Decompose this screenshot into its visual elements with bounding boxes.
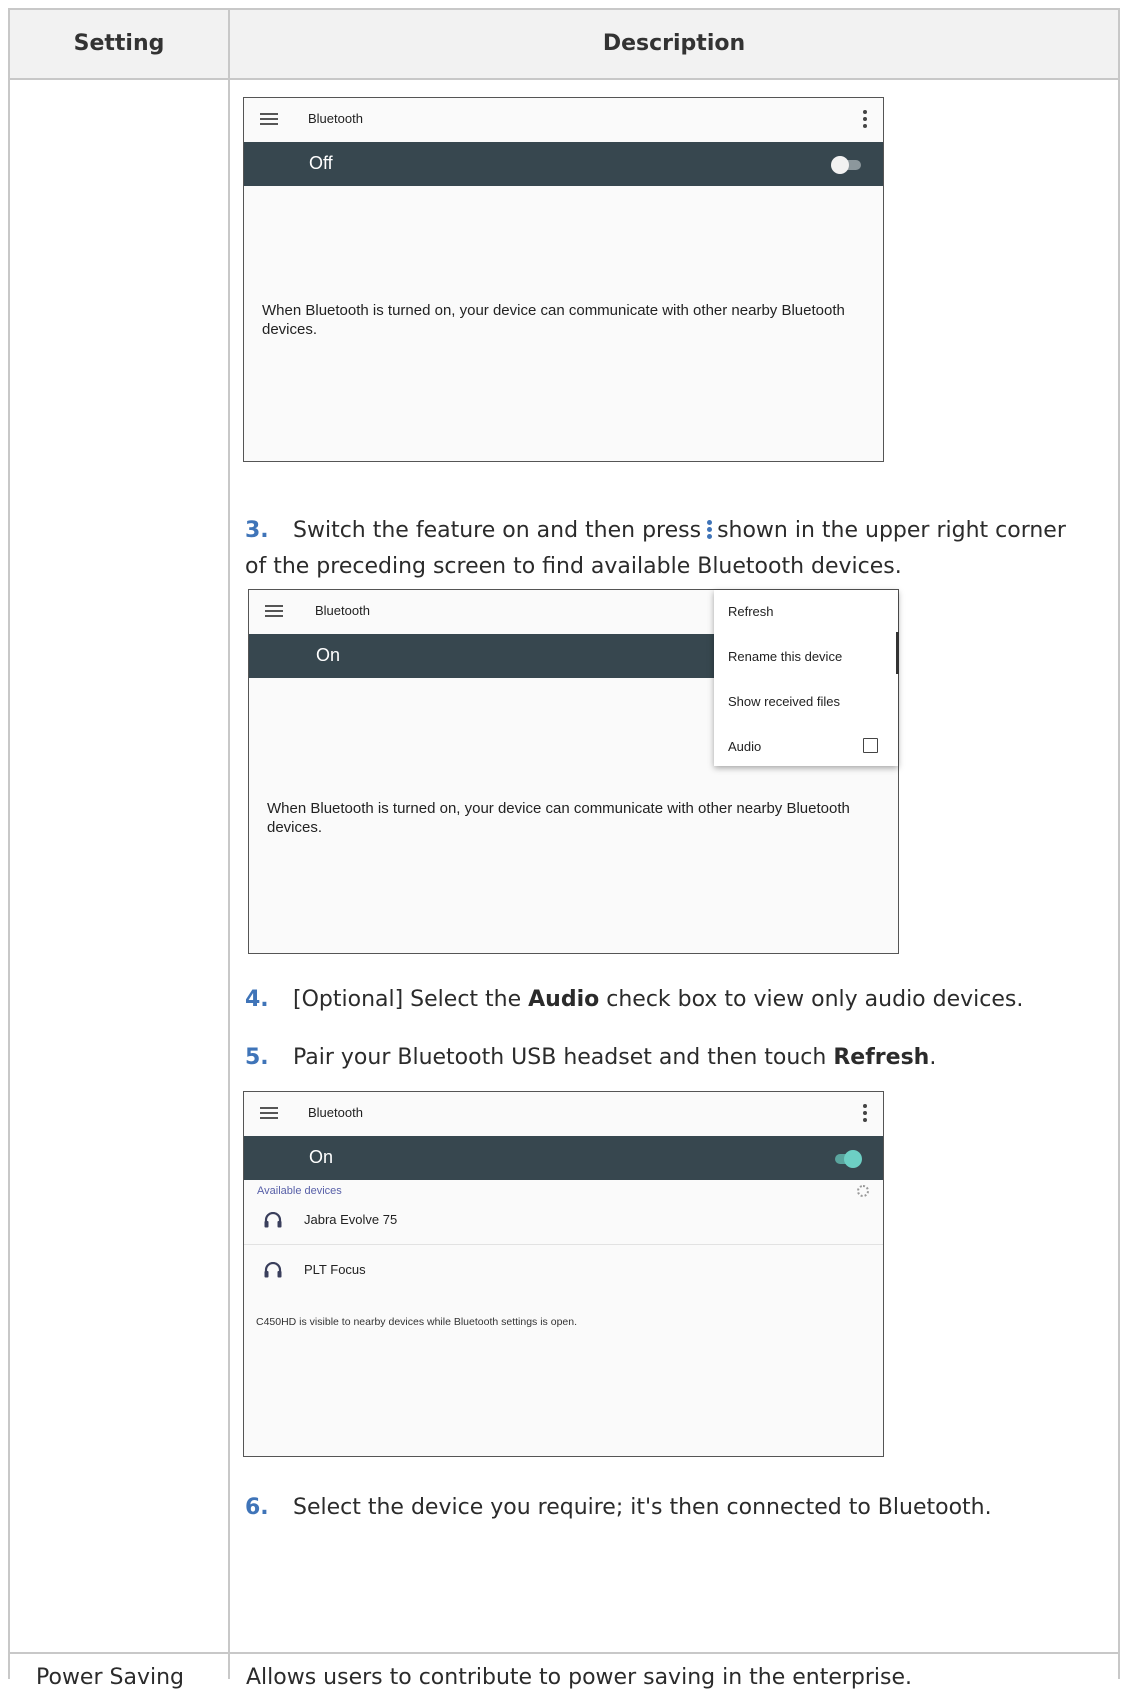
step-text: Select the device you require; it's then… (293, 1495, 992, 1520)
step-number: 6. (245, 1495, 269, 1520)
headset-icon (264, 1212, 282, 1228)
audio-checkbox[interactable] (863, 738, 878, 753)
setting-power-saving: Power Saving (36, 1665, 184, 1690)
visibility-note: C450HD is visible to nearby devices whil… (256, 1316, 578, 1328)
hamburger-menu-icon[interactable] (265, 605, 283, 618)
bluetooth-menu-screenshot: Bluetooth On When Bluetooth is turned on… (248, 589, 899, 954)
menu-scrollbar (896, 632, 899, 674)
bluetooth-state-label: On (309, 1147, 334, 1167)
app-bar: Bluetooth (244, 1092, 883, 1136)
available-devices-header: Available devices (257, 1185, 342, 1197)
bluetooth-state-label: On (316, 645, 341, 665)
app-title: Bluetooth (308, 1105, 363, 1120)
device-item[interactable]: Jabra Evolve 75 (244, 1198, 883, 1244)
column-divider (228, 10, 230, 1679)
app-title: Bluetooth (315, 603, 370, 618)
step-4: 4. [Optional] Select the Audio check box … (245, 982, 1105, 1018)
overflow-menu: Refresh Rename this device Show received… (714, 590, 899, 766)
step-text: check box to view only audio devices. (606, 987, 1024, 1012)
step-number: 3. (245, 518, 269, 543)
step-text: . (929, 1045, 937, 1070)
step-text: [Optional] Select the (293, 987, 522, 1012)
description-power-saving: Allows users to contribute to power savi… (246, 1665, 913, 1690)
step-3: 3. Switch the feature on and then press sh… (245, 513, 1075, 585)
bluetooth-off-screenshot: Bluetooth Off When Bluetooth is turned o… (243, 97, 884, 462)
list-divider (244, 1244, 883, 1245)
step-5: 5. Pair your Bluetooth USB headset and th… (245, 1040, 1105, 1076)
bluetooth-state-bar: On (244, 1136, 883, 1180)
step-text: Pair your Bluetooth USB headset and then… (293, 1045, 827, 1070)
step-6: 6. Select the device you require; it's th… (245, 1490, 1105, 1526)
step-text-bold: Audio (528, 987, 600, 1012)
header-description: Description (602, 31, 746, 56)
step-text: Switch the feature on and then press (293, 518, 702, 543)
device-item[interactable]: PLT Focus (244, 1248, 883, 1294)
hamburger-menu-icon[interactable] (260, 1107, 278, 1120)
device-name: PLT Focus (304, 1262, 366, 1277)
menu-item-show-received-files[interactable]: Show received files (728, 694, 840, 709)
app-bar: Bluetooth (244, 98, 883, 142)
loading-spinner-icon (857, 1185, 869, 1197)
bluetooth-state-label: Off (309, 153, 333, 173)
table-header: Setting Description (10, 10, 1118, 80)
headset-icon (264, 1262, 282, 1278)
menu-item-rename-device[interactable]: Rename this device (728, 649, 842, 664)
more-options-icon (704, 518, 714, 540)
device-name: Jabra Evolve 75 (304, 1212, 398, 1227)
step-number: 5. (245, 1045, 269, 1070)
bluetooth-info-text: When Bluetooth is turned on, your device… (267, 800, 850, 836)
step-number: 4. (245, 987, 269, 1012)
step-text-bold: Refresh (833, 1045, 930, 1070)
available-devices-screenshot: Bluetooth On Available devices Jabra Evo… (243, 1091, 884, 1457)
menu-item-refresh[interactable]: Refresh (728, 604, 774, 619)
app-title: Bluetooth (308, 111, 363, 126)
header-setting: Setting (73, 31, 165, 56)
bluetooth-toggle[interactable] (831, 1150, 862, 1168)
hamburger-menu-icon[interactable] (260, 113, 278, 126)
row-divider (10, 1652, 1118, 1654)
more-options-icon[interactable] (863, 1104, 867, 1122)
more-options-icon[interactable] (863, 110, 867, 128)
bluetooth-state-bar: Off (244, 142, 883, 186)
bluetooth-info-text: When Bluetooth is turned on, your device… (262, 302, 845, 338)
bluetooth-toggle[interactable] (831, 156, 861, 174)
menu-item-audio[interactable]: Audio (728, 739, 761, 754)
